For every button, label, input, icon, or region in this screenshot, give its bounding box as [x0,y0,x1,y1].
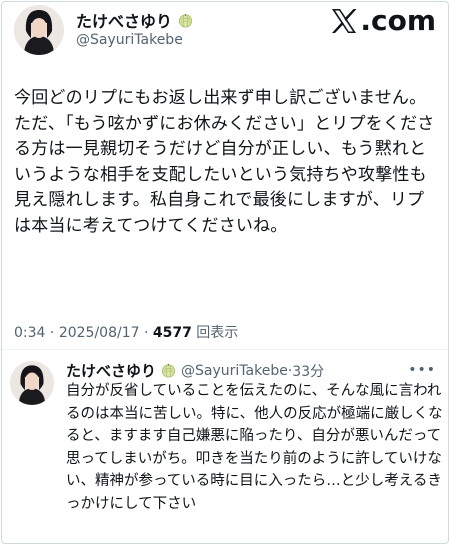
reply-time[interactable]: 33分 [292,361,324,381]
meta-separator-2: · [139,325,153,341]
author-name-row: たけべさゆり [76,8,193,32]
x-domain: .com [360,4,436,37]
meta-separator: · [45,325,59,341]
melon-icon [161,363,176,378]
avatar-image [14,5,64,55]
tweet-card: たけべさゆり @SayuriTakebe .com 今回どのリプにもお返し出来ず… [1,1,449,544]
tweet-date[interactable]: 2025/08/17 [59,325,140,341]
divider [2,349,448,350]
reply-avatar-image [10,361,54,405]
tweet-meta: 0:34 · 2025/08/17 · 4577 回表示 [14,322,238,342]
display-name[interactable]: たけべさゆり [76,8,172,32]
reply-display-name[interactable]: たけべさゆり [66,360,156,381]
x-brand: .com [329,4,436,38]
author-handle[interactable]: @SayuriTakebe [76,32,183,48]
tweet-text: 今回どのリプにもお返し出来ず申し訳ございません。 ただ、「もう呟かずにお休みくだ… [14,88,435,236]
reply-header: たけべさゆり @SayuriTakebe · 33分 [66,360,438,381]
melon-icon [178,13,193,28]
reply-avatar[interactable] [10,361,54,405]
more-options-icon[interactable]: ••• [408,362,436,378]
tweet-time[interactable]: 0:34 [14,325,45,341]
views-label: 回表示 [191,325,239,341]
x-logo-icon [329,6,359,36]
avatar[interactable] [14,5,64,55]
reply-handle[interactable]: @SayuriTakebe [181,363,288,379]
reply-text: 自分が反省していることを伝えたのに、そんな風に言われるのは本当に苦しい。特に、他… [66,383,443,512]
views-count[interactable]: 4577 [153,325,192,341]
